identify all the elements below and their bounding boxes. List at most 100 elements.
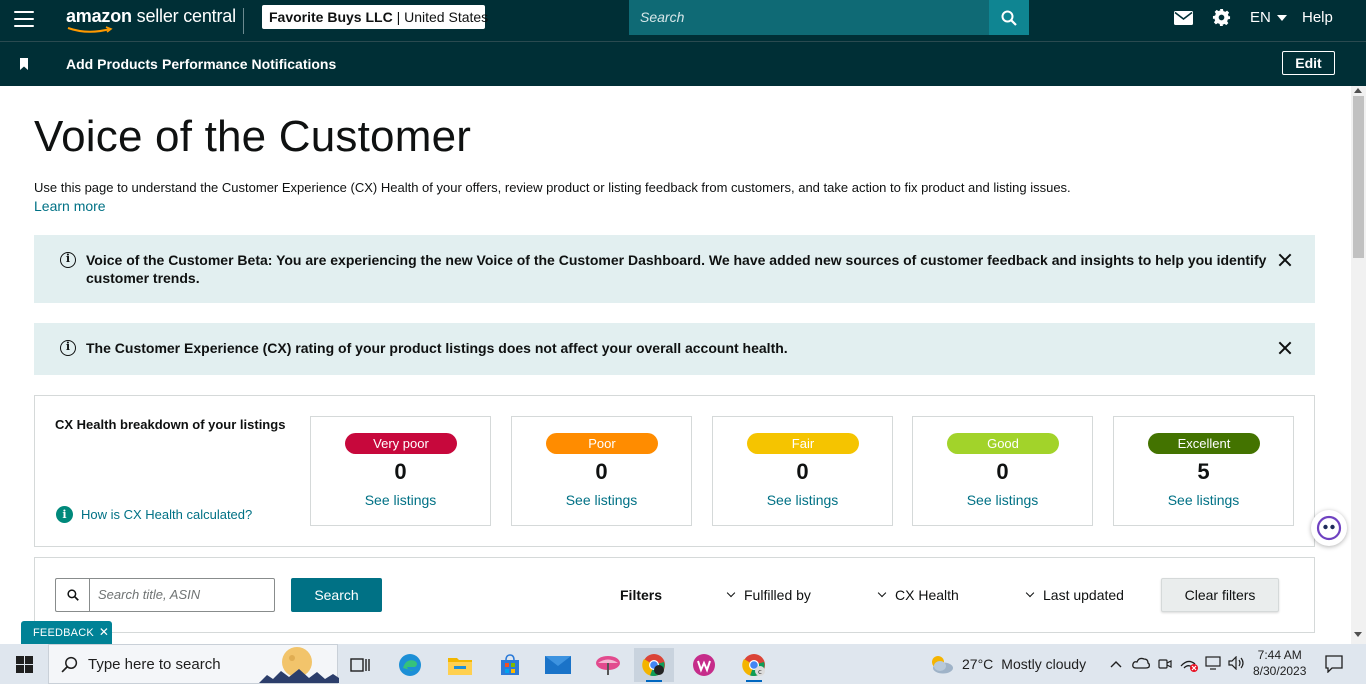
chat-assistant-icon[interactable]: [1311, 510, 1347, 546]
system-clock[interactable]: 7:44 AM 8/30/2023: [1253, 647, 1306, 679]
chevron-down-icon: [1025, 588, 1035, 598]
info-icon: [60, 252, 76, 268]
taskbar-search-text: Type here to search: [88, 656, 221, 673]
close-icon[interactable]: ✕: [99, 625, 109, 639]
clear-filters-button[interactable]: Clear filters: [1161, 578, 1279, 612]
language-selector[interactable]: EN: [1250, 0, 1287, 35]
account-region: United States: [404, 9, 489, 25]
weather-temp: 27°C: [962, 656, 994, 672]
chrome-icon[interactable]: [634, 648, 674, 682]
cx-rating-alert-text: The Customer Experience (CX) rating of y…: [86, 340, 788, 356]
logo-product: seller central: [136, 6, 236, 26]
notification-icon[interactable]: [1325, 655, 1343, 678]
info-icon: i: [56, 506, 73, 523]
search-icon: [61, 656, 78, 673]
windows-start-icon[interactable]: [16, 656, 33, 673]
nav-add-products[interactable]: Add Products: [66, 56, 158, 72]
amazon-smile-icon: [67, 26, 113, 33]
display-icon[interactable]: [1205, 656, 1221, 673]
volume-icon[interactable]: [1228, 655, 1246, 673]
cx-badge: Excellent: [1148, 433, 1260, 454]
cx-rating-alert: The Customer Experience (CX) rating of y…: [34, 323, 1315, 375]
cx-count: 0: [595, 459, 608, 484]
close-icon[interactable]: [1278, 253, 1292, 267]
weather-desc: Mostly cloudy: [1001, 656, 1087, 672]
see-listings-link[interactable]: See listings: [713, 492, 892, 508]
edit-bookmarks-button[interactable]: Edit: [1282, 51, 1335, 75]
scroll-up-icon[interactable]: [1354, 88, 1362, 93]
caret-down-icon: [1276, 14, 1287, 21]
listing-search-button[interactable]: Search: [291, 578, 382, 612]
network-error-icon[interactable]: [1180, 656, 1200, 675]
mail-app-icon[interactable]: [538, 648, 578, 682]
meet-now-icon[interactable]: [1158, 656, 1172, 675]
page-description: Use this page to understand the Customer…: [34, 180, 1071, 195]
moon-landscape-icon: [259, 647, 339, 683]
cx-card-fair: Fair 0 See listings: [712, 416, 893, 526]
cx-badge: Poor: [546, 433, 658, 454]
filter-last-updated[interactable]: Last updated: [1025, 587, 1124, 603]
filter-cx-health[interactable]: CX Health: [877, 587, 959, 603]
mail-icon[interactable]: [1174, 0, 1193, 35]
account-switcher[interactable]: Favorite Buys LLC | United States: [262, 5, 489, 29]
chevron-up-icon[interactable]: [1110, 656, 1122, 671]
beta-alert-line1: Voice of the Customer Beta: You are expe…: [86, 252, 1267, 268]
info-icon: [60, 340, 76, 356]
cx-health-help-link[interactable]: i How is CX Health calculated?: [56, 506, 252, 523]
logo[interactable]: amazon seller central: [66, 6, 236, 33]
see-listings-link[interactable]: See listings: [1114, 492, 1293, 508]
svg-text:c: c: [758, 668, 762, 676]
logo-brand: amazon: [66, 6, 132, 26]
filters-label: Filters: [620, 587, 663, 603]
filter-fulfilled-by[interactable]: Fulfilled by: [726, 587, 811, 603]
file-explorer-icon[interactable]: [440, 648, 480, 682]
weather-widget[interactable]: 27°C Mostly cloudy: [928, 654, 1086, 674]
cx-card-good: Good 0 See listings: [912, 416, 1093, 526]
bookmark-icon[interactable]: [19, 58, 29, 70]
chevron-down-icon: [877, 588, 887, 598]
global-search-button[interactable]: [989, 0, 1029, 35]
task-view-icon[interactable]: [340, 648, 380, 682]
listing-search-icon-box: [55, 578, 90, 612]
cloudy-icon: [932, 656, 953, 674]
close-icon[interactable]: [1278, 341, 1292, 355]
logo-divider: [243, 8, 244, 34]
page-title: Voice of the Customer: [34, 112, 472, 161]
store-icon[interactable]: [490, 648, 530, 682]
onedrive-icon[interactable]: [1132, 656, 1150, 673]
cx-badge: Fair: [747, 433, 859, 454]
see-listings-link[interactable]: See listings: [512, 492, 691, 508]
cx-card-very-poor: Very poor 0 See listings: [310, 416, 491, 526]
cx-card-poor: Poor 0 See listings: [511, 416, 692, 526]
search-icon: [67, 589, 79, 601]
cx-health-title: CX Health breakdown of your listings: [55, 417, 286, 432]
account-name: Favorite Buys LLC: [269, 9, 393, 25]
cx-count: 0: [394, 459, 407, 484]
active-indicator: [746, 680, 762, 682]
wps-office-icon[interactable]: [684, 648, 724, 682]
feedback-tab[interactable]: FEEDBACK ✕: [21, 621, 112, 644]
learn-more-link[interactable]: Learn more: [34, 198, 106, 214]
language-label: EN: [1250, 9, 1271, 26]
edge-icon[interactable]: [390, 648, 430, 682]
chrome-profile-icon[interactable]: c: [734, 648, 774, 682]
cx-card-excellent: Excellent 5 See listings: [1113, 416, 1294, 526]
global-search-input[interactable]: Search: [629, 0, 989, 35]
see-listings-link[interactable]: See listings: [913, 492, 1092, 508]
gear-icon[interactable]: [1212, 0, 1231, 35]
beta-alert-line2: customer trends.: [86, 270, 200, 286]
filter-cx-health-label: CX Health: [895, 587, 959, 603]
help-link[interactable]: Help: [1302, 0, 1333, 35]
scrollbar-thumb[interactable]: [1353, 96, 1364, 258]
cx-health-help-text: How is CX Health calculated?: [81, 507, 253, 522]
see-listings-link[interactable]: See listings: [311, 492, 490, 508]
snipping-tool-icon[interactable]: [588, 648, 628, 682]
scroll-down-icon[interactable]: [1354, 632, 1362, 637]
filter-fulfilled-by-label: Fulfilled by: [744, 587, 811, 603]
active-indicator: [646, 680, 662, 682]
listing-search-input[interactable]: Search title, ASIN: [89, 578, 275, 612]
nav-performance-notifications[interactable]: Performance Notifications: [162, 56, 336, 72]
menu-icon[interactable]: [14, 11, 34, 27]
cx-count: 0: [796, 459, 809, 484]
feedback-label: FEEDBACK: [33, 627, 94, 639]
